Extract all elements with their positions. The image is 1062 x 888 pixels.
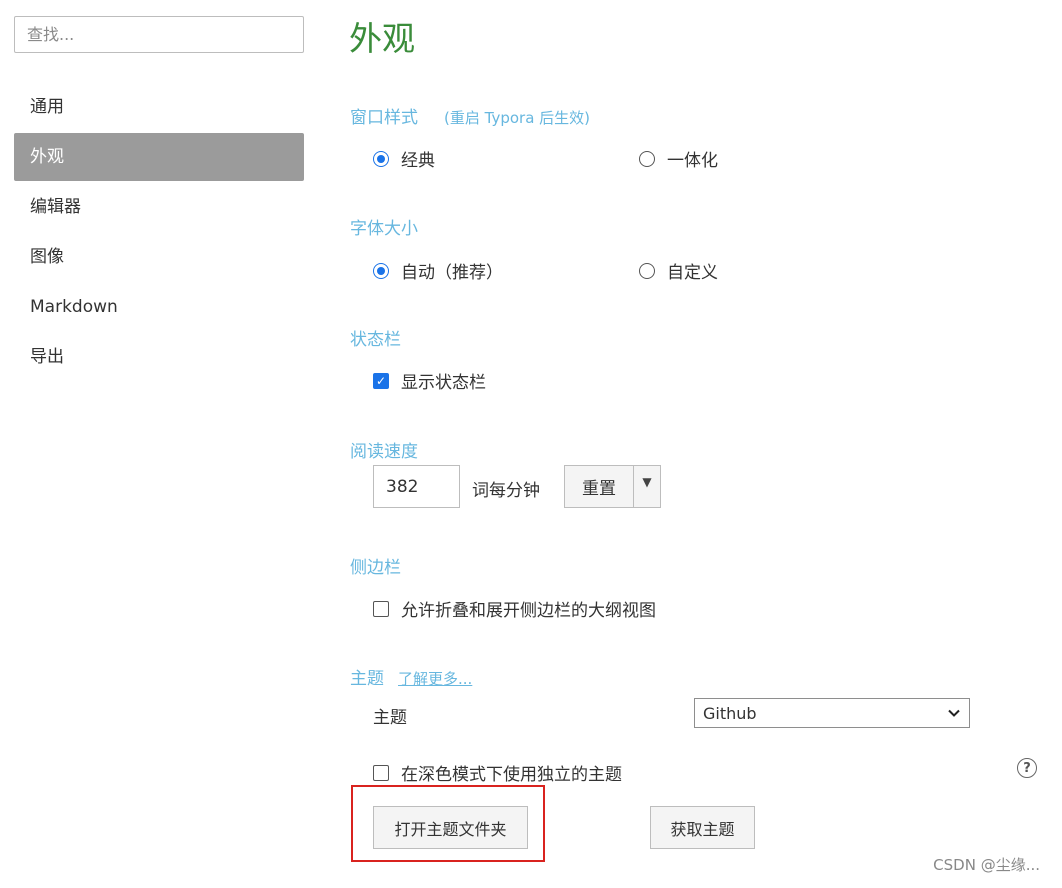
reset-button[interactable]: 重置 [565,466,634,507]
section-font-size: 字体大小 [350,214,418,239]
radio-label: 自定义 [667,263,718,283]
section-title: 状态栏 [350,330,401,350]
radio-label: 一体化 [667,151,718,171]
section-title: 阅读速度 [350,442,418,462]
section-theme: 主题 了解更多... [350,664,472,689]
checkmark-icon[interactable]: ✓ [373,372,389,389]
radio-indicator[interactable] [639,262,655,279]
radio-label: 经典 [401,151,435,171]
sidebar-item-editor[interactable]: 编辑器 [14,183,304,231]
get-themes-button[interactable]: 获取主题 [650,806,755,849]
section-sidebar: 侧边栏 [350,553,401,578]
radio-label: 自动（推荐） [401,263,503,283]
reset-split-button: 重置 ▼ [564,465,661,508]
learn-more-link[interactable]: 了解更多... [398,670,472,688]
chevron-down-icon [947,706,961,720]
radio-indicator[interactable] [373,150,389,167]
theme-select-value: Github [703,703,757,723]
section-title: 主题 [350,669,384,689]
checkbox-outline-collapse[interactable]: 允许折叠和展开侧边栏的大纲视图 [373,596,656,621]
radio-indicator[interactable] [373,262,389,279]
section-title: 窗口样式 [350,108,418,128]
checkbox-indicator[interactable] [373,600,389,617]
checkbox-label: 显示状态栏 [401,373,486,393]
theme-select[interactable]: Github [694,698,970,728]
open-theme-folder-button[interactable]: 打开主题文件夹 [373,806,528,849]
theme-label: 主题 [373,708,407,728]
page-title: 外观 [349,19,415,58]
sidebar-item-image[interactable]: 图像 [14,233,304,281]
sidebar-nav: 通用 外观 编辑器 图像 Markdown 导出 [14,83,304,383]
search-input[interactable] [14,16,304,53]
section-title: 侧边栏 [350,558,401,578]
restart-note: (重启 Typora 后生效) [444,109,591,127]
watermark: CSDN @尘缘... [933,856,1040,874]
dropdown-arrow-icon[interactable]: ▼ [634,466,660,507]
main-panel: 外观 窗口样式 (重启 Typora 后生效) 经典 一体化 字体大小 自动（推荐… [318,0,1062,888]
section-title: 字体大小 [350,219,418,239]
checkbox-indicator[interactable] [373,764,389,781]
help-icon[interactable]: ? [1017,758,1037,778]
checkbox-label: 在深色模式下使用独立的主题 [401,765,622,785]
sidebar-item-markdown[interactable]: Markdown [14,283,304,331]
radio-unified[interactable]: 一体化 [639,146,718,171]
section-reading-speed: 阅读速度 [350,437,418,462]
checkbox-label: 允许折叠和展开侧边栏的大纲视图 [401,601,656,621]
sidebar: 通用 外观 编辑器 图像 Markdown 导出 [0,0,318,888]
sidebar-item-export[interactable]: 导出 [14,333,304,381]
checkbox-show-status-bar[interactable]: ✓ 显示状态栏 [373,368,486,393]
reading-speed-unit: 词每分钟 [472,481,540,501]
sidebar-item-appearance[interactable]: 外观 [14,133,304,181]
radio-indicator[interactable] [639,150,655,167]
reading-speed-input[interactable] [373,465,460,508]
radio-custom[interactable]: 自定义 [639,258,718,283]
sidebar-item-general[interactable]: 通用 [14,83,304,131]
checkbox-dark-mode-theme[interactable]: 在深色模式下使用独立的主题 [373,760,622,785]
radio-auto[interactable]: 自动（推荐） [373,258,503,283]
radio-classic[interactable]: 经典 [373,146,435,171]
section-window-style: 窗口样式 (重启 Typora 后生效) [350,103,590,128]
section-status-bar: 状态栏 [350,325,401,350]
